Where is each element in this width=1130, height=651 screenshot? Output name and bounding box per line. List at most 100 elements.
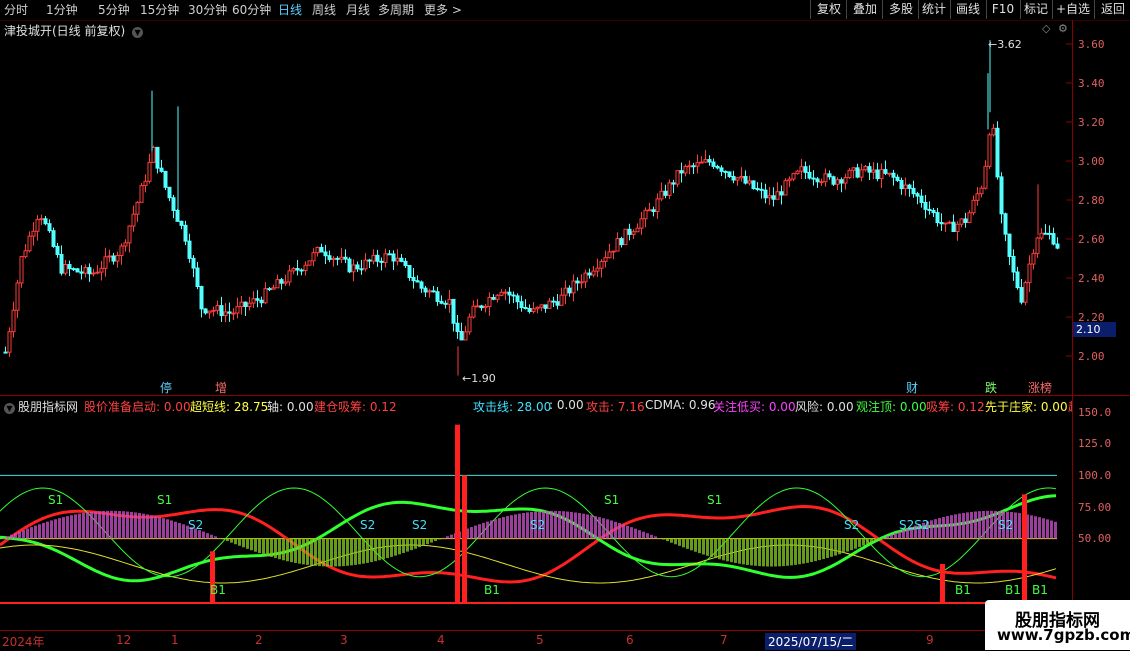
- histogram-bar: [622, 524, 625, 539]
- histogram-bar: [818, 538, 821, 561]
- tab-60min[interactable]: 60分钟: [232, 2, 271, 18]
- button-stats[interactable]: 统计: [918, 0, 949, 19]
- histogram-bar: [162, 518, 165, 539]
- candle-body: [375, 254, 380, 262]
- histogram-bar: [686, 538, 689, 549]
- candle-body: [515, 295, 520, 303]
- candle-body: [639, 218, 644, 229]
- histogram-bar: [634, 528, 637, 539]
- event-marker-finance[interactable]: 财: [904, 381, 920, 395]
- histogram-bar: [334, 538, 337, 567]
- candle-body: [63, 264, 68, 274]
- candle-body: [775, 191, 780, 200]
- histogram-bar: [610, 520, 613, 539]
- histogram-bar: [626, 525, 629, 539]
- tab-fenshi[interactable]: 分时: [4, 2, 28, 18]
- date-tick: 9: [926, 633, 934, 647]
- tab-5min[interactable]: 5分钟: [98, 2, 130, 18]
- candle-body: [787, 178, 792, 182]
- histogram-bar: [722, 538, 725, 561]
- event-marker-halt[interactable]: 停: [158, 381, 174, 395]
- button-overlay[interactable]: 叠加: [846, 0, 883, 19]
- histogram-bar: [770, 538, 773, 567]
- candle-body: [339, 256, 344, 260]
- candle-body: [15, 282, 20, 311]
- histogram-bar: [706, 538, 709, 556]
- candle-body: [779, 191, 784, 196]
- candle-body: [591, 270, 596, 276]
- histogram-bar: [118, 510, 121, 539]
- histogram-bar: [170, 520, 173, 539]
- date-tick: 6: [626, 633, 634, 647]
- candle-body: [587, 272, 592, 276]
- candle-body: [115, 254, 120, 262]
- candle-body: [855, 167, 860, 178]
- candle-body: [403, 260, 408, 267]
- event-marker-top-list[interactable]: 涨榜: [1026, 381, 1054, 395]
- candle-body: [543, 304, 548, 309]
- histogram-bar: [510, 515, 513, 539]
- event-marker-increase[interactable]: 增: [213, 381, 229, 395]
- histogram-bar: [306, 538, 309, 565]
- button-f10[interactable]: F10: [986, 0, 1019, 19]
- candle-body: [539, 304, 544, 308]
- tab-more[interactable]: 更多 >: [424, 2, 462, 18]
- candle-body: [595, 267, 600, 272]
- histogram-bar: [950, 515, 953, 539]
- candle-body: [899, 179, 904, 190]
- tab-15min[interactable]: 15分钟: [140, 2, 179, 18]
- candle-body: [1023, 282, 1028, 303]
- candle-body: [627, 228, 632, 235]
- histogram-bar: [942, 516, 945, 539]
- tab-weekly[interactable]: 周线: [312, 2, 336, 18]
- histogram-bar: [838, 538, 841, 555]
- tab-1min[interactable]: 1分钟: [46, 2, 78, 18]
- button-back[interactable]: 返回: [1094, 0, 1130, 19]
- readout-blank: : 0.00: [549, 398, 584, 412]
- candle-body: [95, 271, 100, 274]
- histogram-bar: [34, 525, 37, 539]
- candle-body: [195, 267, 200, 288]
- candle-body: [11, 309, 16, 333]
- tab-30min[interactable]: 30分钟: [188, 2, 227, 18]
- candle-body: [671, 182, 676, 185]
- candle-body: [371, 254, 376, 262]
- candle-body: [247, 302, 252, 308]
- candle-body: [159, 167, 164, 172]
- tab-monthly[interactable]: 月线: [346, 2, 370, 18]
- candle-body: [803, 166, 808, 173]
- histogram-bar: [574, 512, 577, 539]
- histogram-bar: [674, 538, 677, 545]
- histogram-bar: [714, 538, 717, 559]
- candle-body: [959, 218, 964, 225]
- date-cursor: 2025/07/15/二: [765, 633, 857, 650]
- candle-body: [163, 170, 168, 188]
- y-tick: 3.60: [1078, 38, 1105, 51]
- candle-body: [707, 159, 712, 163]
- button-draw[interactable]: 画线: [950, 0, 985, 19]
- candle-body: [843, 177, 848, 184]
- histogram-bar: [350, 538, 353, 566]
- histogram-bar: [2, 537, 5, 539]
- candle-body: [491, 297, 496, 300]
- candle-body: [103, 256, 108, 269]
- histogram-bar: [878, 538, 881, 540]
- button-fuquan[interactable]: 复权: [810, 0, 847, 19]
- candle-body: [987, 134, 992, 167]
- button-mark[interactable]: 标记: [1020, 0, 1051, 19]
- tab-daily[interactable]: 日线: [278, 2, 302, 18]
- button-add-watchlist[interactable]: +自选: [1052, 0, 1093, 19]
- event-marker-drop[interactable]: 跌: [983, 381, 999, 395]
- candle-body: [563, 287, 568, 296]
- signal-label: S1: [707, 493, 723, 507]
- histogram-bar: [374, 538, 377, 562]
- candle-body: [1051, 233, 1056, 245]
- histogram-bar: [102, 510, 105, 539]
- candle-body: [183, 224, 188, 242]
- tab-multi-period[interactable]: 多周期: [378, 2, 414, 18]
- histogram-bar: [230, 538, 233, 543]
- candle-body: [763, 189, 768, 199]
- candle-body: [535, 306, 540, 310]
- histogram-bar: [618, 523, 621, 539]
- button-multi-stock[interactable]: 多股: [882, 0, 919, 19]
